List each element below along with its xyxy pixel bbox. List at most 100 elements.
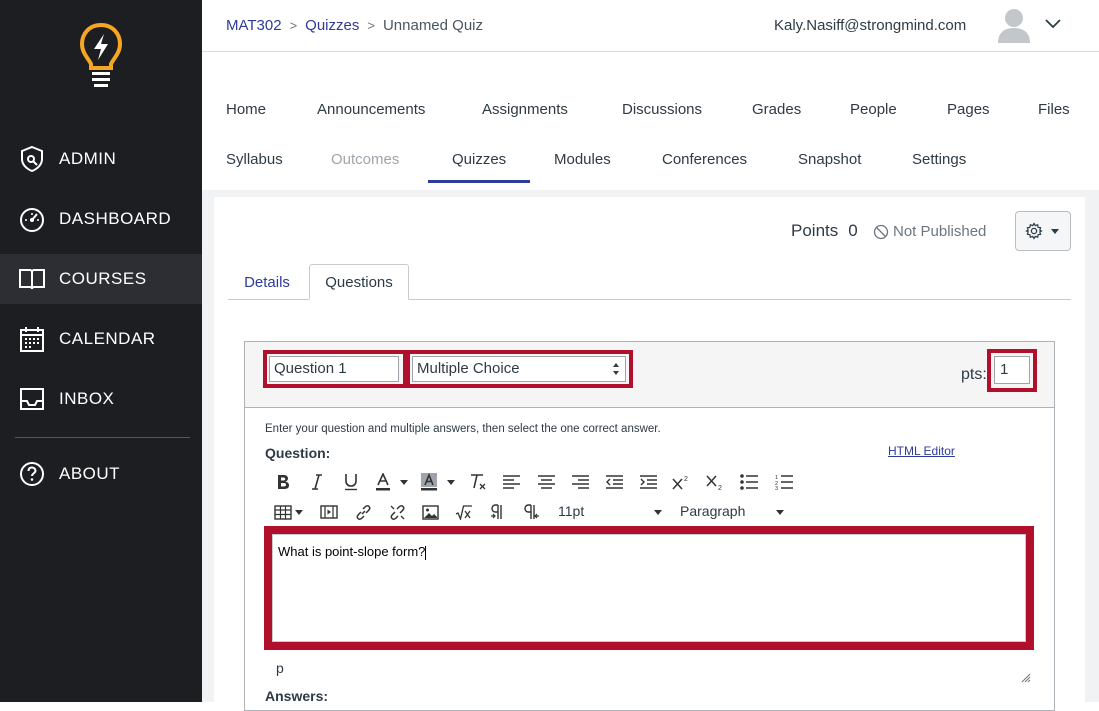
- background-color-dropdown-icon[interactable]: [445, 476, 457, 488]
- points-field-label: pts:: [961, 366, 987, 383]
- sidebar-item-about[interactable]: ABOUT: [0, 449, 202, 499]
- font-size-dropdown-icon[interactable]: [652, 506, 664, 518]
- course-nav-conferences[interactable]: Conferences: [662, 151, 747, 168]
- sidebar-item-dashboard[interactable]: DASHBOARD: [0, 194, 202, 244]
- html-editor-toggle-link[interactable]: HTML Editor: [888, 444, 955, 458]
- sidebar-item-label: ADMIN: [59, 149, 117, 168]
- italic-icon[interactable]: [308, 473, 326, 491]
- course-nav-snapshot[interactable]: Snapshot: [798, 151, 861, 168]
- outdent-icon[interactable]: [605, 473, 623, 491]
- chevron-down-icon[interactable]: [1044, 17, 1062, 31]
- gear-icon: [1025, 222, 1043, 240]
- calendar-icon: [18, 325, 46, 353]
- text-caret: [425, 545, 427, 560]
- admin-shield-icon: [18, 145, 46, 173]
- sidebar-item-admin[interactable]: ADMIN: [0, 134, 202, 184]
- course-nav-assignments[interactable]: Assignments: [482, 101, 568, 118]
- points-label: Points: [791, 221, 839, 240]
- resize-handle-icon[interactable]: [1021, 673, 1031, 683]
- editor-element-path: p: [276, 660, 284, 676]
- breadcrumb: MAT302 > Quizzes > Unnamed Quiz: [226, 17, 483, 34]
- align-center-icon[interactable]: [537, 473, 555, 491]
- sidebar-item-label: ABOUT: [59, 464, 121, 483]
- clear-formatting-icon[interactable]: [469, 473, 487, 491]
- font-size-select[interactable]: 11pt: [558, 503, 584, 519]
- breadcrumb-separator-icon: >: [367, 18, 375, 33]
- image-icon[interactable]: [421, 503, 439, 521]
- bullet-list-icon[interactable]: [740, 473, 758, 491]
- quiz-settings-menu-button[interactable]: [1015, 211, 1071, 251]
- question-text-editor[interactable]: What is point-slope form?: [272, 534, 1026, 642]
- sidebar-item-courses[interactable]: COURSES: [0, 254, 202, 304]
- text-color-icon[interactable]: [374, 473, 392, 491]
- block-format-select[interactable]: Paragraph: [680, 503, 745, 519]
- tab-details[interactable]: Details: [228, 264, 306, 300]
- background-color-icon[interactable]: [420, 473, 438, 491]
- question-type-select[interactable]: Multiple Choice: [412, 356, 626, 382]
- publish-status: Not Published: [873, 223, 986, 240]
- link-icon[interactable]: [354, 503, 372, 521]
- sidebar-item-label: CALENDAR: [59, 329, 156, 348]
- sidebar-item-label: DASHBOARD: [59, 209, 172, 228]
- underline-icon[interactable]: [342, 473, 360, 491]
- top-header: MAT302 > Quizzes > Unnamed Quiz Kaly.Nas…: [202, 0, 1099, 52]
- sidebar-divider: [15, 437, 190, 438]
- quiz-points: Points 0: [791, 221, 858, 241]
- question-text: What is point-slope form?: [278, 544, 426, 559]
- align-right-icon[interactable]: [571, 473, 589, 491]
- dashboard-gauge-icon: [18, 205, 46, 233]
- equation-icon[interactable]: [455, 503, 473, 521]
- sidebar-item-calendar[interactable]: CALENDAR: [0, 314, 202, 364]
- sidebar-item-inbox[interactable]: INBOX: [0, 374, 202, 424]
- sidebar-item-label: INBOX: [59, 389, 115, 408]
- course-nav-grades[interactable]: Grades: [752, 101, 801, 118]
- question-points-input[interactable]: 1: [994, 356, 1030, 384]
- user-avatar-icon[interactable]: [997, 7, 1031, 43]
- subscript-icon[interactable]: 2: [706, 473, 724, 491]
- course-nav-pages[interactable]: Pages: [947, 101, 990, 118]
- user-email[interactable]: Kaly.Nasiff@strongmind.com: [774, 17, 966, 34]
- lightbulb-logo-icon[interactable]: [79, 22, 123, 88]
- table-icon[interactable]: [274, 503, 292, 521]
- numbered-list-icon[interactable]: 123: [775, 473, 793, 491]
- svg-text:2: 2: [718, 485, 722, 490]
- course-nav-people[interactable]: People: [850, 101, 897, 118]
- block-format-dropdown-icon[interactable]: [774, 506, 786, 518]
- question-instructions: Enter your question and multiple answers…: [265, 423, 661, 435]
- courses-book-icon: [18, 265, 46, 293]
- caret-down-icon: [1051, 229, 1059, 234]
- not-published-icon: [873, 224, 889, 239]
- superscript-icon[interactable]: 2: [672, 473, 690, 491]
- course-nav-syllabus[interactable]: Syllabus: [226, 151, 283, 168]
- question-name-input[interactable]: Question 1: [269, 356, 399, 382]
- course-nav-modules[interactable]: Modules: [554, 151, 611, 168]
- font-size-value: 11pt: [558, 503, 585, 519]
- text-color-dropdown-icon[interactable]: [398, 476, 410, 488]
- breadcrumb-course-link[interactable]: MAT302: [226, 17, 282, 34]
- media-icon[interactable]: [320, 503, 338, 521]
- course-nav-outcomes[interactable]: Outcomes: [331, 151, 399, 168]
- sidebar-item-label: COURSES: [59, 269, 147, 288]
- course-nav-announcements[interactable]: Announcements: [317, 101, 425, 118]
- bold-icon[interactable]: [274, 473, 292, 491]
- align-left-icon[interactable]: [502, 473, 520, 491]
- breadcrumb-quizzes-link[interactable]: Quizzes: [305, 17, 359, 34]
- inbox-icon: [18, 385, 46, 413]
- tab-questions[interactable]: Questions: [309, 264, 409, 300]
- select-arrows-icon: [613, 363, 619, 375]
- active-tab-indicator: [428, 180, 530, 183]
- help-circle-icon: [18, 460, 46, 488]
- unlink-icon[interactable]: [388, 503, 406, 521]
- course-nav-quizzes[interactable]: Quizzes: [452, 151, 506, 168]
- svg-text:2: 2: [684, 476, 688, 483]
- rtl-direction-icon[interactable]: [523, 503, 541, 521]
- course-nav-settings[interactable]: Settings: [912, 151, 966, 168]
- indent-icon[interactable]: [639, 473, 657, 491]
- course-nav-files[interactable]: Files: [1038, 101, 1070, 118]
- global-nav-sidebar: ADMIN DASHBOARD COURSES CALENDAR INBOX A…: [0, 0, 202, 702]
- ltr-direction-icon[interactable]: [489, 503, 507, 521]
- course-nav-discussions[interactable]: Discussions: [622, 101, 702, 118]
- table-dropdown-icon[interactable]: [294, 506, 304, 518]
- course-nav-home[interactable]: Home: [226, 101, 266, 118]
- block-format-value: Paragraph: [680, 503, 746, 519]
